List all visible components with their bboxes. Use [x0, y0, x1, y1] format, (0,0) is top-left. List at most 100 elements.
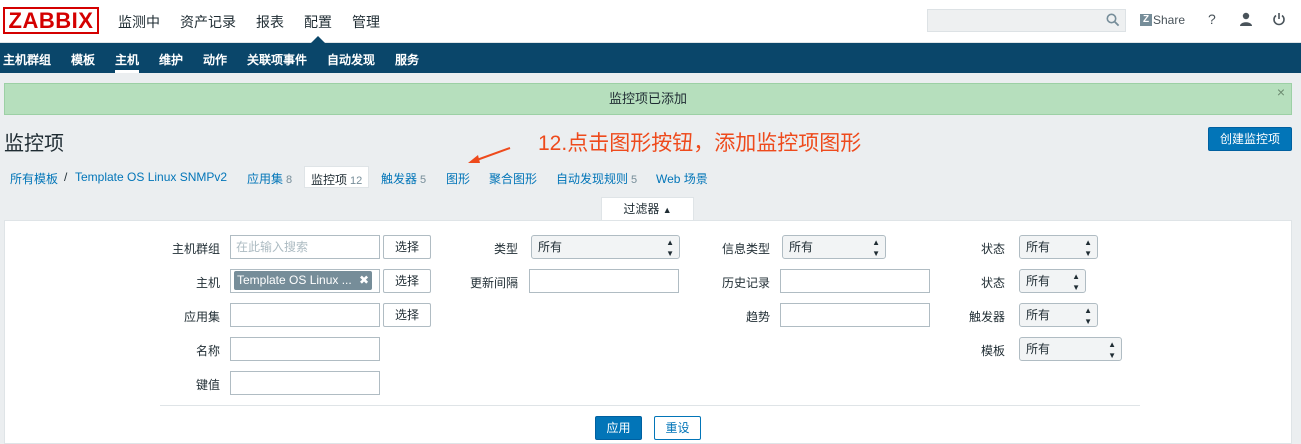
select-arrows-icon: ▲ ▼	[1072, 272, 1080, 292]
tutorial-annotation: 12.点击图形按钮，添加监控项图形	[538, 132, 862, 155]
filter-divider	[160, 405, 1140, 406]
select-arrows-icon: ▲ ▼	[666, 238, 674, 258]
close-icon[interactable]: ×	[1277, 77, 1285, 107]
select-arrows-icon: ▲ ▼	[1084, 238, 1092, 258]
submenu-actions[interactable]: 动作	[203, 51, 227, 68]
tab-label: 触发器	[381, 172, 418, 186]
zabbix-share-icon: Z	[1140, 14, 1152, 26]
host-groups-input[interactable]: 在此输入搜索	[230, 235, 380, 259]
top-header: ZABBIX 监测中 资产记录 报表 配置 管理 Z Share ?	[0, 0, 1301, 43]
annotation-arrow-icon	[468, 147, 511, 163]
application-label: 应用集	[183, 310, 220, 324]
submenu-templates[interactable]: 模板	[71, 51, 95, 68]
page-title: 监控项	[4, 133, 64, 155]
help-icon[interactable]: ?	[1208, 11, 1216, 27]
status-select[interactable]: 所有 ▲ ▼	[1019, 269, 1086, 293]
submenu-host-groups[interactable]: 主机群组	[3, 51, 51, 68]
key-input[interactable]	[230, 371, 380, 395]
status-label: 状态	[980, 276, 1005, 290]
search-icon[interactable]	[1106, 13, 1120, 30]
tab-web-scenarios[interactable]: Web 场景	[656, 170, 708, 187]
apply-button[interactable]: 应用	[595, 416, 642, 440]
tab-triggers[interactable]: 触发器 5	[381, 170, 426, 187]
trends-input[interactable]	[780, 303, 930, 327]
host-select-button[interactable]: 选择	[383, 269, 431, 293]
info-type-label: 信息类型	[721, 242, 770, 256]
zabbix-logo[interactable]: ZABBIX	[3, 7, 99, 34]
submenu-hosts[interactable]: 主机	[115, 51, 139, 68]
host-chip-label: Template OS Linux ...	[237, 273, 352, 287]
info-type-select-value: 所有	[789, 240, 814, 254]
template-label: 模板	[980, 344, 1005, 358]
sub-menu: 主机群组 模板 主机 维护 动作 关联项事件 自动发现 服务	[0, 43, 1301, 73]
tab-label: 自动发现规则	[556, 172, 629, 186]
filter-tab-label: 过滤器	[623, 202, 660, 216]
type-select-value: 所有	[538, 240, 563, 254]
menu-administration[interactable]: 管理	[352, 12, 380, 32]
key-label: 键值	[195, 378, 220, 392]
caret-up-icon: ▲	[662, 205, 672, 215]
host-groups-label: 主机群组	[171, 242, 220, 256]
submenu-services[interactable]: 服务	[395, 51, 419, 68]
breadcrumb-template[interactable]: Template OS Linux SNMPv2	[75, 170, 227, 184]
name-input[interactable]	[230, 337, 380, 361]
logout-icon[interactable]	[1272, 12, 1286, 29]
tab-applications[interactable]: 应用集 8	[247, 170, 292, 187]
share-button[interactable]: Z Share	[1140, 13, 1185, 27]
breadcrumb-all-templates[interactable]: 所有模板	[10, 170, 58, 187]
tab-label: 监控项	[311, 173, 348, 187]
type-select[interactable]: 所有 ▲ ▼	[531, 235, 680, 259]
message-text: 监控项已添加	[608, 91, 687, 106]
active-menu-pointer	[311, 36, 325, 43]
update-interval-input[interactable]	[529, 269, 679, 293]
state-select-value: 所有	[1026, 240, 1051, 254]
menu-inventory[interactable]: 资产记录	[180, 12, 236, 32]
info-type-select[interactable]: 所有 ▲ ▼	[782, 235, 886, 259]
tab-discovery-rules[interactable]: 自动发现规则 5	[556, 170, 637, 187]
triggers-select[interactable]: 所有 ▲ ▼	[1019, 303, 1098, 327]
template-select-value: 所有	[1026, 342, 1051, 356]
tab-screens[interactable]: 聚合图形	[489, 170, 537, 187]
menu-monitoring[interactable]: 监测中	[118, 12, 160, 32]
state-select[interactable]: 所有 ▲ ▼	[1019, 235, 1098, 259]
history-label: 历史记录	[721, 276, 770, 290]
select-arrows-icon: ▲ ▼	[1108, 340, 1116, 360]
application-input[interactable]	[230, 303, 380, 327]
success-message: 监控项已添加 ×	[4, 83, 1292, 115]
user-profile-icon[interactable]	[1239, 12, 1253, 29]
name-label: 名称	[195, 344, 220, 358]
tab-count: 5	[631, 174, 638, 186]
menu-configuration[interactable]: 配置	[304, 12, 332, 32]
select-arrows-icon: ▲ ▼	[1084, 306, 1092, 326]
create-item-button[interactable]: 创建监控项	[1208, 127, 1292, 151]
reset-button[interactable]: 重设	[654, 416, 701, 440]
template-select[interactable]: 所有 ▲ ▼	[1019, 337, 1122, 361]
remove-icon[interactable]: ✖	[359, 271, 369, 290]
history-input[interactable]	[780, 269, 930, 293]
tab-label: 应用集	[247, 172, 284, 186]
state-label: 状态	[980, 242, 1005, 256]
submenu-maintenance[interactable]: 维护	[159, 51, 183, 68]
tab-count: 5	[420, 174, 427, 186]
triggers-label: 触发器	[968, 310, 1005, 324]
triggers-select-value: 所有	[1026, 308, 1051, 322]
host-label: 主机	[195, 276, 220, 290]
tab-items[interactable]: 监控项 12	[304, 166, 369, 188]
host-groups-select-button[interactable]: 选择	[383, 235, 431, 259]
submenu-correlation[interactable]: 关联项事件	[247, 51, 307, 68]
trends-label: 趋势	[745, 310, 770, 324]
tab-count: 12	[350, 175, 363, 187]
status-select-value: 所有	[1026, 274, 1051, 288]
active-submenu-indicator	[115, 70, 139, 73]
tab-graphs[interactable]: 图形	[446, 170, 470, 187]
type-label: 类型	[493, 242, 518, 256]
host-chip[interactable]: Template OS Linux ... ✖	[234, 271, 372, 290]
filter-tab[interactable]: 过滤器 ▲	[601, 197, 694, 221]
search-input[interactable]	[927, 9, 1126, 32]
breadcrumb-separator: /	[64, 170, 68, 184]
submenu-discovery[interactable]: 自动发现	[327, 51, 375, 68]
application-select-button[interactable]: 选择	[383, 303, 431, 327]
share-label: Share	[1153, 13, 1186, 27]
tab-count: 8	[286, 174, 293, 186]
menu-reports[interactable]: 报表	[256, 12, 284, 32]
